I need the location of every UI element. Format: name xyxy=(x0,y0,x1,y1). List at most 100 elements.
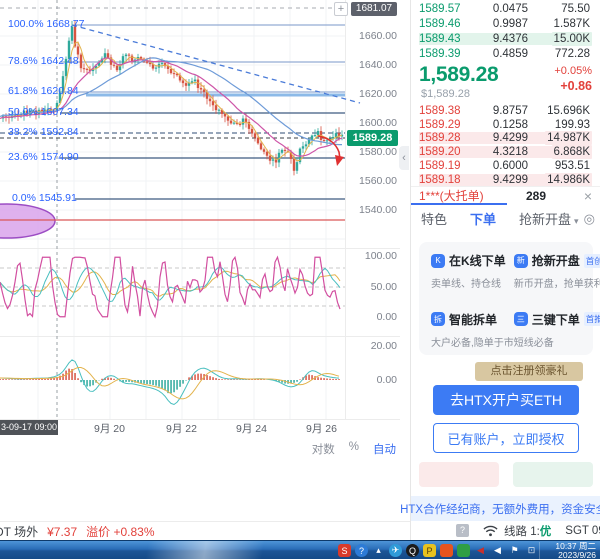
flag-icon[interactable]: ⚑ xyxy=(508,544,521,557)
open-account-button[interactable]: 去HTX开户买ETH xyxy=(433,385,579,415)
orderbook-row[interactable]: 1589.460.99871.587K xyxy=(411,16,600,31)
qq-icon[interactable]: Q xyxy=(406,544,419,557)
orderbook-bids[interactable]: 1589.389.875715.696K1589.290.1258199.931… xyxy=(411,104,600,187)
auto-scale-toggle[interactable]: 自动 xyxy=(373,441,396,457)
order-total: 15.696K xyxy=(528,105,592,117)
trade-panel: 1589.570.047575.501589.460.99871.587K158… xyxy=(410,0,600,540)
s-app-icon[interactable]: S xyxy=(338,544,351,557)
large-order-count: 289 xyxy=(526,189,546,203)
chevron-down-icon: ▾ xyxy=(574,216,579,226)
price-tick-label: 1580.00 xyxy=(348,146,397,158)
orderbook-row[interactable]: 1589.189.429914.986K xyxy=(411,173,600,187)
add-order-button[interactable]: + xyxy=(334,2,348,16)
taskbar-clock[interactable]: 10:37 周二 2023/9/26 xyxy=(539,542,598,559)
green-app-icon[interactable] xyxy=(457,544,470,557)
close-icon[interactable]: × xyxy=(584,189,592,203)
order-price[interactable]: 1589.38 xyxy=(419,105,479,117)
price-tick-label: 1660.00 xyxy=(348,30,397,42)
usd-price: $1,589.28 xyxy=(421,88,470,100)
line-label: 线路 1: xyxy=(504,523,540,539)
settings-icon[interactable]: ◎ xyxy=(584,211,595,227)
date-tick-label: 9月 22 xyxy=(166,421,197,436)
crosshair-date-label: 3-09-17 09:00 xyxy=(0,420,58,435)
orderbook-row[interactable]: 1589.290.1258199.93 xyxy=(411,118,600,132)
authorize-button[interactable]: 已有账户，立即授权 xyxy=(433,423,579,453)
sell-button-disabled xyxy=(419,462,499,487)
large-order-alert[interactable]: 1***(大托单) 289 × xyxy=(411,186,600,204)
price-tick-label: 1620.00 xyxy=(348,88,397,100)
order-price[interactable]: 1589.46 xyxy=(419,18,479,30)
feature-badge: 首创 xyxy=(584,254,600,268)
order-total: 6.868K xyxy=(528,146,592,158)
percent-scale-toggle[interactable]: % xyxy=(349,441,359,457)
wifi-icon xyxy=(483,525,498,537)
status-time: SGT 09/26 10:37:5 xyxy=(565,525,600,537)
tab-place-order[interactable]: 下单 xyxy=(470,209,496,228)
last-price: 1,589.28 xyxy=(419,63,498,87)
help-icon[interactable]: ? xyxy=(456,524,469,537)
feature-subtitle: 新币开盘，抢单获利 xyxy=(514,275,600,290)
broker-footer[interactable]: HTX合作经纪商，无额外费用，资金安全 › xyxy=(411,496,600,521)
order-total: 199.93 xyxy=(528,119,592,131)
feature-item-kline-order[interactable]: K在K线下单卖单线、持仓线 xyxy=(431,252,514,297)
oscillator-tick-label: 50.00 xyxy=(348,281,397,293)
feature-item-three-key[interactable]: 三三键下单首推短线必备 xyxy=(514,311,600,356)
new-listing-icon: 新 xyxy=(514,254,528,268)
otc-premium: 溢价 +0.83% xyxy=(86,523,154,540)
log-scale-toggle[interactable]: 对数 xyxy=(312,441,335,457)
otc-market-label: DT 场外 xyxy=(0,523,38,540)
order-price[interactable]: 1589.39 xyxy=(419,48,479,60)
orderbook-row[interactable]: 1589.570.047575.50 xyxy=(411,1,600,16)
order-amount: 0.6000 xyxy=(479,160,528,172)
orderbook-row[interactable]: 1589.390.4859772.28 xyxy=(411,47,600,62)
orderbook-row[interactable]: 1589.190.6000953.51 xyxy=(411,159,600,173)
feature-title: 在K线下单 xyxy=(449,252,506,269)
windows-taskbar[interactable]: S? ▴ ✈ QP ◀ ◀ ⚑ ⊡ 10:37 周二 2023/9/26 xyxy=(0,540,600,559)
orderbook-row[interactable]: 1589.389.875715.696K xyxy=(411,104,600,118)
feature-item-smart-split[interactable]: 拆智能拆单大户必备,隐单于市 xyxy=(431,311,514,356)
feature-item-new-listing[interactable]: 新抢新开盘首创新币开盘，抢单获利 xyxy=(514,252,600,297)
feature-subtitle: 大户必备,隐单于市 xyxy=(431,334,514,349)
order-total: 15.00K xyxy=(528,33,592,45)
order-total: 1.587K xyxy=(528,18,592,30)
order-price[interactable]: 1589.28 xyxy=(419,132,479,144)
order-amount: 0.0475 xyxy=(479,3,528,15)
smart-split-icon: 拆 xyxy=(431,312,445,326)
change-percent: +0.05% xyxy=(554,65,592,77)
order-price[interactable]: 1589.43 xyxy=(419,33,479,45)
buy-button-disabled xyxy=(513,462,593,487)
yellow-app-icon[interactable]: P xyxy=(423,544,436,557)
date-tick-label: 9月 20 xyxy=(94,421,125,436)
tab-features[interactable]: 特色 xyxy=(421,209,447,228)
otc-price: ¥7.37 xyxy=(47,525,77,539)
orderbook-row[interactable]: 1589.204.32186.868K xyxy=(411,145,600,159)
order-total: 14.987K xyxy=(528,132,592,144)
tab-new-listing[interactable]: 抢新开盘▾ xyxy=(519,209,579,228)
order-price[interactable]: 1589.57 xyxy=(419,3,479,15)
orange-app-icon[interactable] xyxy=(440,544,453,557)
order-price[interactable]: 1589.29 xyxy=(419,119,479,131)
order-total: 772.28 xyxy=(528,48,592,60)
feature-title: 智能拆单 xyxy=(449,311,497,328)
tray-expand-icon[interactable]: ▴ xyxy=(372,544,385,557)
help-tray-icon[interactable]: ? xyxy=(355,544,368,557)
chart-high-axis-label: 1681.07 xyxy=(351,2,397,16)
app-root: + 1681.07 100.0% 1668.7778.6% 1642.4861.… xyxy=(0,0,600,559)
chart-area[interactable]: + 1681.07 100.0% 1668.7778.6% 1642.4861.… xyxy=(0,0,410,521)
order-price[interactable]: 1589.20 xyxy=(419,146,479,158)
order-amount: 9.8757 xyxy=(479,105,528,117)
orderbook-row[interactable]: 1589.439.437615.00K xyxy=(411,31,600,46)
telegram-icon[interactable]: ✈ xyxy=(389,544,402,557)
orderbook-row[interactable]: 1589.289.429914.987K xyxy=(411,132,600,146)
network-icon[interactable]: ⊡ xyxy=(525,544,538,557)
red-speaker-icon[interactable]: ◀ xyxy=(474,544,487,557)
volume-icon[interactable]: ◀ xyxy=(491,544,504,557)
ticker: 1,589.28 $1,589.28 +0.05% +0.86 xyxy=(419,62,592,103)
orderbook-asks[interactable]: 1589.570.047575.501589.460.99871.587K158… xyxy=(411,1,600,62)
order-price[interactable]: 1589.19 xyxy=(419,160,479,172)
order-price[interactable]: 1589.18 xyxy=(419,174,479,186)
system-tray[interactable]: S? ▴ ✈ QP ◀ ◀ ⚑ ⊡ xyxy=(338,541,538,559)
feature-card: K在K线下单卖单线、持仓线新抢新开盘首创新币开盘，抢单获利拆智能拆单大户必备,隐… xyxy=(419,242,593,355)
panel-collapse-handle[interactable]: ‹ xyxy=(399,146,409,170)
oscillator-tick-label: 0.00 xyxy=(348,311,397,323)
